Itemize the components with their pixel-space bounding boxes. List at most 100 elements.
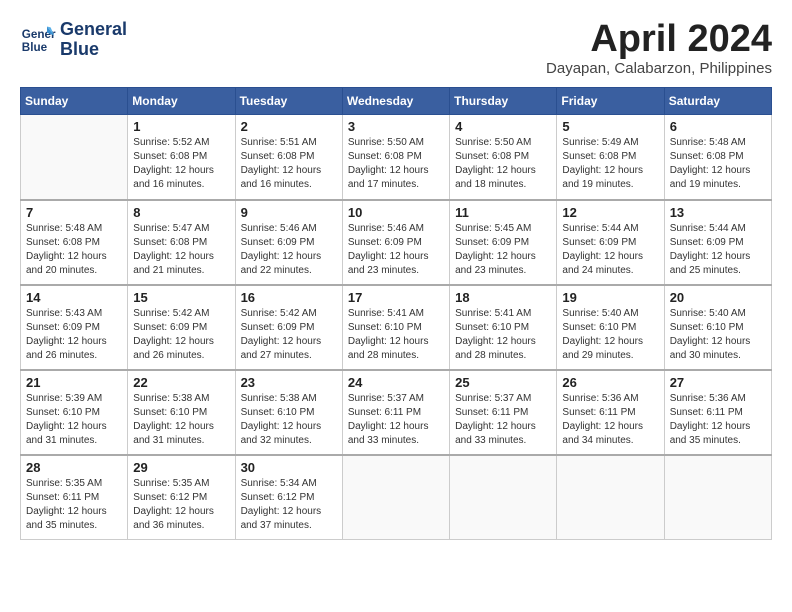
calendar-cell: 7 Sunrise: 5:48 AMSunset: 6:08 PMDaylight… xyxy=(21,200,128,285)
svg-text:Blue: Blue xyxy=(22,41,48,54)
day-number: 30 xyxy=(241,460,337,475)
day-number: 17 xyxy=(348,290,444,305)
day-number: 18 xyxy=(455,290,551,305)
calendar-cell: 13 Sunrise: 5:44 AMSunset: 6:09 PMDayligh… xyxy=(664,200,771,285)
week-row-5: 28 Sunrise: 5:35 AMSunset: 6:11 PMDayligh… xyxy=(21,455,772,540)
calendar-cell: 24Sunrise: 5:37 AMSunset: 6:11 PMDayligh… xyxy=(342,370,449,455)
day-info: Sunrise: 5:39 AMSunset: 6:10 PMDaylight:… xyxy=(26,392,122,448)
day-info: Sunrise: 5:36 AMSunset: 6:11 PMDaylight:… xyxy=(562,392,658,448)
weekday-header-tuesday: Tuesday xyxy=(235,88,342,115)
week-row-3: 14 Sunrise: 5:43 AMSunset: 6:09 PMDayligh… xyxy=(21,285,772,370)
day-info: Sunrise: 5:38 AMSunset: 6:10 PMDaylight:… xyxy=(133,392,229,448)
day-number: 12 xyxy=(562,205,658,220)
day-number: 7 xyxy=(26,205,122,220)
weekday-header-monday: Monday xyxy=(128,88,235,115)
logo: General Blue General Blue xyxy=(20,20,127,60)
week-row-1: 1 Sunrise: 5:52 AMSunset: 6:08 PMDaylight… xyxy=(21,115,772,200)
day-number: 9 xyxy=(241,205,337,220)
day-info: Sunrise: 5:48 AMSunset: 6:08 PMDaylight:… xyxy=(670,136,766,192)
calendar-cell: 12 Sunrise: 5:44 AMSunset: 6:09 PMDayligh… xyxy=(557,200,664,285)
calendar-cell: 23Sunrise: 5:38 AMSunset: 6:10 PMDayligh… xyxy=(235,370,342,455)
calendar-cell: 8 Sunrise: 5:47 AMSunset: 6:08 PMDaylight… xyxy=(128,200,235,285)
day-info: Sunrise: 5:35 AMSunset: 6:12 PMDaylight:… xyxy=(133,477,229,533)
calendar-cell: 6 Sunrise: 5:48 AMSunset: 6:08 PMDaylight… xyxy=(664,115,771,200)
calendar-cell: 15 Sunrise: 5:42 AMSunset: 6:09 PMDayligh… xyxy=(128,285,235,370)
calendar-cell: 5Sunrise: 5:49 AMSunset: 6:08 PMDaylight… xyxy=(557,115,664,200)
day-info: Sunrise: 5:48 AMSunset: 6:08 PMDaylight:… xyxy=(26,222,122,278)
calendar-cell: 20Sunrise: 5:40 AMSunset: 6:10 PMDayligh… xyxy=(664,285,771,370)
day-number: 24 xyxy=(348,375,444,390)
day-number: 1 xyxy=(133,119,229,134)
day-number: 13 xyxy=(670,205,766,220)
day-info: Sunrise: 5:49 AMSunset: 6:08 PMDaylight:… xyxy=(562,136,658,192)
month-title: April 2024 xyxy=(546,20,772,58)
day-number: 6 xyxy=(670,119,766,134)
day-info: Sunrise: 5:50 AMSunset: 6:08 PMDaylight:… xyxy=(348,136,444,192)
day-info: Sunrise: 5:45 AMSunset: 6:09 PMDaylight:… xyxy=(455,222,551,278)
calendar-cell xyxy=(21,115,128,200)
calendar-cell xyxy=(450,455,557,540)
day-number: 14 xyxy=(26,290,122,305)
day-info: Sunrise: 5:41 AMSunset: 6:10 PMDaylight:… xyxy=(348,307,444,363)
title-block: April 2024 Dayapan, Calabarzon, Philippi… xyxy=(546,20,772,77)
calendar-cell: 18Sunrise: 5:41 AMSunset: 6:10 PMDayligh… xyxy=(450,285,557,370)
weekday-row: SundayMondayTuesdayWednesdayThursdayFrid… xyxy=(21,88,772,115)
calendar-cell xyxy=(342,455,449,540)
day-info: Sunrise: 5:52 AMSunset: 6:08 PMDaylight:… xyxy=(133,136,229,192)
calendar-cell: 4 Sunrise: 5:50 AMSunset: 6:08 PMDaylight… xyxy=(450,115,557,200)
day-number: 16 xyxy=(241,290,337,305)
weekday-header-friday: Friday xyxy=(557,88,664,115)
day-number: 22 xyxy=(133,375,229,390)
day-number: 3 xyxy=(348,119,444,134)
calendar-header: SundayMondayTuesdayWednesdayThursdayFrid… xyxy=(21,88,772,115)
day-number: 20 xyxy=(670,290,766,305)
calendar-cell xyxy=(664,455,771,540)
day-number: 21 xyxy=(26,375,122,390)
day-number: 11 xyxy=(455,205,551,220)
day-info: Sunrise: 5:36 AMSunset: 6:11 PMDaylight:… xyxy=(670,392,766,448)
calendar-cell: 30 Sunrise: 5:34 AMSunset: 6:12 PMDayligh… xyxy=(235,455,342,540)
day-info: Sunrise: 5:44 AMSunset: 6:09 PMDaylight:… xyxy=(670,222,766,278)
calendar-cell: 2 Sunrise: 5:51 AMSunset: 6:08 PMDaylight… xyxy=(235,115,342,200)
calendar-cell: 25Sunrise: 5:37 AMSunset: 6:11 PMDayligh… xyxy=(450,370,557,455)
weekday-header-sunday: Sunday xyxy=(21,88,128,115)
logo-icon: General Blue xyxy=(20,22,56,58)
location: Dayapan, Calabarzon, Philippines xyxy=(546,60,772,77)
day-number: 19 xyxy=(562,290,658,305)
weekday-header-wednesday: Wednesday xyxy=(342,88,449,115)
day-info: Sunrise: 5:43 AMSunset: 6:09 PMDaylight:… xyxy=(26,307,122,363)
day-number: 15 xyxy=(133,290,229,305)
calendar-cell: 14 Sunrise: 5:43 AMSunset: 6:09 PMDayligh… xyxy=(21,285,128,370)
calendar-cell: 1 Sunrise: 5:52 AMSunset: 6:08 PMDaylight… xyxy=(128,115,235,200)
day-info: Sunrise: 5:37 AMSunset: 6:11 PMDaylight:… xyxy=(455,392,551,448)
day-info: Sunrise: 5:42 AMSunset: 6:09 PMDaylight:… xyxy=(133,307,229,363)
day-number: 29 xyxy=(133,460,229,475)
calendar-cell: 11 Sunrise: 5:45 AMSunset: 6:09 PMDayligh… xyxy=(450,200,557,285)
day-info: Sunrise: 5:44 AMSunset: 6:09 PMDaylight:… xyxy=(562,222,658,278)
day-number: 23 xyxy=(241,375,337,390)
day-number: 27 xyxy=(670,375,766,390)
day-info: Sunrise: 5:47 AMSunset: 6:08 PMDaylight:… xyxy=(133,222,229,278)
day-info: Sunrise: 5:51 AMSunset: 6:08 PMDaylight:… xyxy=(241,136,337,192)
day-info: Sunrise: 5:46 AMSunset: 6:09 PMDaylight:… xyxy=(348,222,444,278)
calendar-table: SundayMondayTuesdayWednesdayThursdayFrid… xyxy=(20,87,772,540)
week-row-2: 7 Sunrise: 5:48 AMSunset: 6:08 PMDaylight… xyxy=(21,200,772,285)
calendar-cell: 3 Sunrise: 5:50 AMSunset: 6:08 PMDaylight… xyxy=(342,115,449,200)
day-info: Sunrise: 5:34 AMSunset: 6:12 PMDaylight:… xyxy=(241,477,337,533)
calendar-cell: 21 Sunrise: 5:39 AMSunset: 6:10 PMDayligh… xyxy=(21,370,128,455)
day-number: 4 xyxy=(455,119,551,134)
day-info: Sunrise: 5:46 AMSunset: 6:09 PMDaylight:… xyxy=(241,222,337,278)
calendar-cell: 22 Sunrise: 5:38 AMSunset: 6:10 PMDayligh… xyxy=(128,370,235,455)
calendar-cell: 10Sunrise: 5:46 AMSunset: 6:09 PMDayligh… xyxy=(342,200,449,285)
calendar-cell: 17 Sunrise: 5:41 AMSunset: 6:10 PMDayligh… xyxy=(342,285,449,370)
calendar-cell: 27 Sunrise: 5:36 AMSunset: 6:11 PMDayligh… xyxy=(664,370,771,455)
calendar-cell: 16 Sunrise: 5:42 AMSunset: 6:09 PMDayligh… xyxy=(235,285,342,370)
day-number: 2 xyxy=(241,119,337,134)
day-info: Sunrise: 5:35 AMSunset: 6:11 PMDaylight:… xyxy=(26,477,122,533)
day-info: Sunrise: 5:50 AMSunset: 6:08 PMDaylight:… xyxy=(455,136,551,192)
day-info: Sunrise: 5:42 AMSunset: 6:09 PMDaylight:… xyxy=(241,307,337,363)
day-number: 28 xyxy=(26,460,122,475)
day-number: 8 xyxy=(133,205,229,220)
logo-text-general: General xyxy=(60,20,127,40)
calendar-cell: 28 Sunrise: 5:35 AMSunset: 6:11 PMDayligh… xyxy=(21,455,128,540)
